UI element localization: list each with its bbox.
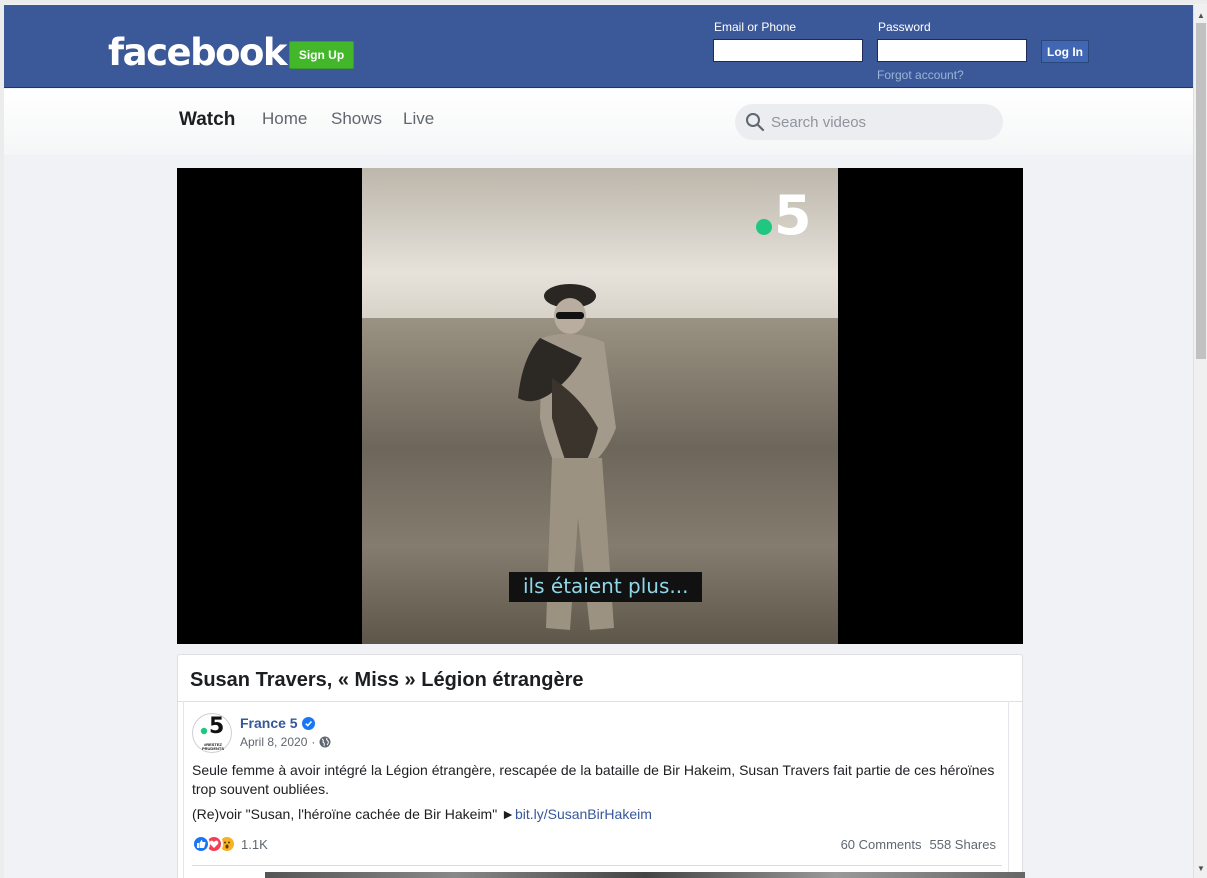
shares-count[interactable]: 558 Shares	[930, 837, 997, 852]
post-meta: April 8, 2020 ·	[240, 735, 331, 749]
scroll-down-icon[interactable]: ▼	[1194, 861, 1207, 875]
avatar-caption: #RESTEZ PRUDENTS	[201, 742, 224, 751]
nav-item-shows[interactable]: Shows	[331, 109, 382, 129]
watch-title[interactable]: Watch	[179, 109, 235, 131]
log-in-button[interactable]: Log In	[1041, 40, 1089, 63]
video-title: Susan Travers, « Miss » Légion étrangère	[190, 669, 584, 691]
search-icon	[746, 113, 765, 132]
reaction-count[interactable]: 1.1K	[241, 837, 268, 852]
post-link[interactable]: bit.ly/SusanBirHakeim	[515, 806, 652, 822]
scrollbar[interactable]: ▲ ▼	[1193, 5, 1207, 878]
watch-nav: Watch Home Shows Live Search videos	[4, 89, 1193, 155]
comments-count[interactable]: 60 Comments	[841, 837, 922, 852]
post-body: 5 #RESTEZ PRUDENTS France 5 April 8, 202…	[183, 701, 1009, 878]
engagement-stats: 60 Comments 558 Shares	[841, 837, 996, 852]
meta-separator: ·	[311, 735, 316, 749]
avatar-number: 5	[209, 714, 225, 739]
facebook-logo[interactable]: facebook	[108, 31, 288, 74]
verified-badge-icon	[301, 716, 315, 730]
top-bar: facebook Sign Up Email or Phone Password…	[4, 5, 1193, 88]
nav-item-home[interactable]: Home	[262, 109, 307, 129]
video-player[interactable]: 5 ils étaient plus...	[177, 168, 1023, 644]
channel-logo-number: 5	[774, 184, 812, 247]
email-label: Email or Phone	[714, 20, 797, 34]
post-text: Seule femme à avoir intégré la Légion ét…	[192, 762, 995, 797]
like-reaction-icon	[192, 835, 210, 853]
globe-icon	[319, 736, 331, 748]
video-subtitle: ils étaient plus...	[509, 572, 703, 602]
nav-item-live[interactable]: Live	[403, 109, 434, 129]
search-placeholder: Search videos	[771, 113, 867, 131]
video-frame[interactable]: 5 ils étaient plus...	[362, 168, 838, 644]
password-label: Password	[878, 20, 931, 34]
divider	[192, 865, 1002, 866]
sign-up-button[interactable]: Sign Up	[289, 41, 354, 69]
next-video-preview	[265, 872, 1025, 878]
page-name-label[interactable]: France 5	[240, 715, 298, 731]
password-field[interactable]	[877, 39, 1027, 62]
post-link-line: (Re)voir "Susan, l'héroïne cachée de Bir…	[192, 806, 652, 822]
page-name[interactable]: France 5	[240, 715, 315, 731]
post-link-prefix: (Re)voir "Susan, l'héroïne cachée de Bir…	[192, 806, 515, 822]
scroll-thumb[interactable]	[1196, 23, 1206, 359]
scroll-up-icon[interactable]: ▲	[1194, 8, 1207, 22]
post-card: Susan Travers, « Miss » Légion étrangère…	[177, 654, 1023, 878]
reactions[interactable]: 1.1K	[192, 835, 268, 853]
forgot-account-link[interactable]: Forgot account?	[877, 68, 964, 82]
email-field[interactable]	[713, 39, 863, 62]
avatar[interactable]: 5 #RESTEZ PRUDENTS	[192, 713, 232, 753]
post-date[interactable]: April 8, 2020	[240, 735, 307, 749]
search-input[interactable]: Search videos	[735, 104, 1003, 140]
